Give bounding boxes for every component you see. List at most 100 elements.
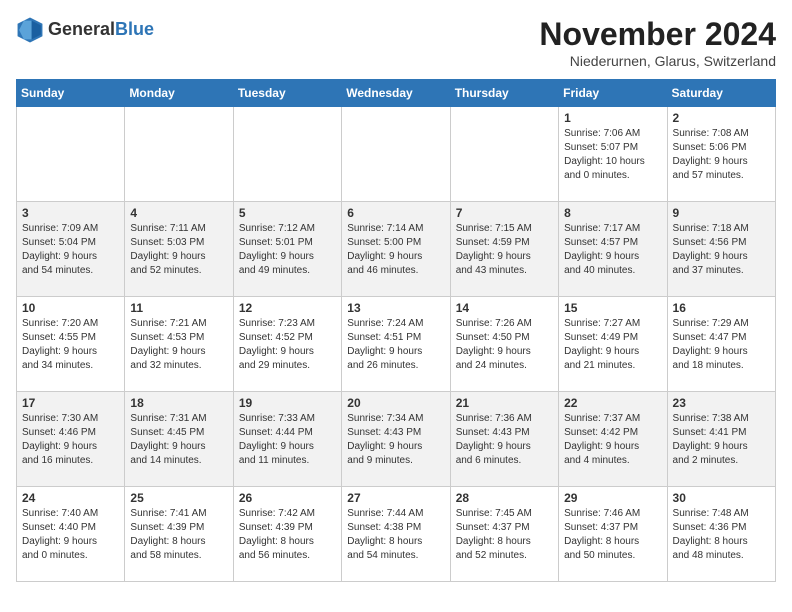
day-info: Sunrise: 7:23 AM Sunset: 4:52 PM Dayligh… [239,317,336,373]
day-info: Sunrise: 7:27 AM Sunset: 4:49 PM Dayligh… [564,317,661,373]
calendar-row: 3Sunrise: 7:09 AM Sunset: 5:04 PM Daylig… [17,202,776,297]
day-info: Sunrise: 7:20 AM Sunset: 4:55 PM Dayligh… [22,317,119,373]
day-info: Sunrise: 7:29 AM Sunset: 4:47 PM Dayligh… [673,317,770,373]
day-number: 2 [673,111,770,125]
weekday-header-cell: Sunday [17,80,125,107]
day-info: Sunrise: 7:36 AM Sunset: 4:43 PM Dayligh… [456,412,553,468]
day-number: 26 [239,491,336,505]
calendar-cell: 3Sunrise: 7:09 AM Sunset: 5:04 PM Daylig… [17,202,125,297]
day-number: 14 [456,301,553,315]
calendar-cell: 16 Sunrise: 7:29 AM Sunset: 4:47 PM Dayli… [667,297,775,392]
calendar-cell: 10 Sunrise: 7:20 AM Sunset: 4:55 PM Dayli… [17,297,125,392]
day-number: 9 [673,206,770,220]
day-number: 15 [564,301,661,315]
calendar-cell: 23 Sunrise: 7:38 AM Sunset: 4:41 PM Dayli… [667,392,775,487]
calendar-row: 10 Sunrise: 7:20 AM Sunset: 4:55 PM Dayli… [17,297,776,392]
calendar-body: 1Sunrise: 7:06 AM Sunset: 5:07 PM Daylig… [17,107,776,582]
day-number: 11 [130,301,227,315]
day-number: 1 [564,111,661,125]
day-number: 7 [456,206,553,220]
title-area: November 2024 Niederurnen, Glarus, Switz… [539,16,776,69]
day-number: 23 [673,396,770,410]
day-number: 25 [130,491,227,505]
day-info: Sunrise: 7:21 AM Sunset: 4:53 PM Dayligh… [130,317,227,373]
day-info: Sunrise: 7:44 AM Sunset: 4:38 PM Dayligh… [347,507,444,563]
day-number: 13 [347,301,444,315]
day-number: 10 [22,301,119,315]
day-number: 20 [347,396,444,410]
day-info: Sunrise: 7:46 AM Sunset: 4:37 PM Dayligh… [564,507,661,563]
calendar-cell [233,107,341,202]
day-info: Sunrise: 7:12 AM Sunset: 5:01 PM Dayligh… [239,222,336,278]
day-info: Sunrise: 7:15 AM Sunset: 4:59 PM Dayligh… [456,222,553,278]
day-number: 16 [673,301,770,315]
day-number: 19 [239,396,336,410]
day-number: 4 [130,206,227,220]
calendar-row: 1Sunrise: 7:06 AM Sunset: 5:07 PM Daylig… [17,107,776,202]
calendar-cell: 26Sunrise: 7:42 AM Sunset: 4:39 PM Dayli… [233,487,341,582]
day-number: 29 [564,491,661,505]
weekday-header-cell: Tuesday [233,80,341,107]
weekday-header-cell: Thursday [450,80,558,107]
day-info: Sunrise: 7:17 AM Sunset: 4:57 PM Dayligh… [564,222,661,278]
calendar-cell: 30Sunrise: 7:48 AM Sunset: 4:36 PM Dayli… [667,487,775,582]
day-info: Sunrise: 7:30 AM Sunset: 4:46 PM Dayligh… [22,412,119,468]
day-number: 6 [347,206,444,220]
calendar-cell: 19 Sunrise: 7:33 AM Sunset: 4:44 PM Dayli… [233,392,341,487]
day-info: Sunrise: 7:14 AM Sunset: 5:00 PM Dayligh… [347,222,444,278]
calendar-table: SundayMondayTuesdayWednesdayThursdayFrid… [16,79,776,582]
day-info: Sunrise: 7:26 AM Sunset: 4:50 PM Dayligh… [456,317,553,373]
header-area: GeneralBlue November 2024 Niederurnen, G… [16,16,776,69]
calendar-cell: 5Sunrise: 7:12 AM Sunset: 5:01 PM Daylig… [233,202,341,297]
calendar-cell: 25 Sunrise: 7:41 AM Sunset: 4:39 PM Dayli… [125,487,233,582]
day-info: Sunrise: 7:41 AM Sunset: 4:39 PM Dayligh… [130,507,227,563]
logo-icon [16,16,44,44]
day-info: Sunrise: 7:33 AM Sunset: 4:44 PM Dayligh… [239,412,336,468]
calendar-cell [17,107,125,202]
weekday-header-row: SundayMondayTuesdayWednesdayThursdayFrid… [17,80,776,107]
calendar-cell: 15 Sunrise: 7:27 AM Sunset: 4:49 PM Dayli… [559,297,667,392]
calendar-cell [450,107,558,202]
day-number: 28 [456,491,553,505]
logo-general: General [48,19,115,39]
calendar-row: 17 Sunrise: 7:30 AM Sunset: 4:46 PM Dayli… [17,392,776,487]
calendar-cell: 6 Sunrise: 7:14 AM Sunset: 5:00 PM Daylig… [342,202,450,297]
calendar-cell: 13 Sunrise: 7:24 AM Sunset: 4:51 PM Dayli… [342,297,450,392]
calendar-cell [342,107,450,202]
calendar-cell: 28Sunrise: 7:45 AM Sunset: 4:37 PM Dayli… [450,487,558,582]
day-number: 27 [347,491,444,505]
day-info: Sunrise: 7:11 AM Sunset: 5:03 PM Dayligh… [130,222,227,278]
calendar-cell: 9Sunrise: 7:18 AM Sunset: 4:56 PM Daylig… [667,202,775,297]
calendar-cell: 21Sunrise: 7:36 AM Sunset: 4:43 PM Dayli… [450,392,558,487]
calendar-cell: 8 Sunrise: 7:17 AM Sunset: 4:57 PM Daylig… [559,202,667,297]
calendar-cell: 17 Sunrise: 7:30 AM Sunset: 4:46 PM Dayli… [17,392,125,487]
calendar-cell: 7 Sunrise: 7:15 AM Sunset: 4:59 PM Daylig… [450,202,558,297]
day-number: 3 [22,206,119,220]
calendar-cell: 11 Sunrise: 7:21 AM Sunset: 4:53 PM Dayli… [125,297,233,392]
day-info: Sunrise: 7:08 AM Sunset: 5:06 PM Dayligh… [673,127,770,183]
day-number: 17 [22,396,119,410]
calendar-cell: 2 Sunrise: 7:08 AM Sunset: 5:06 PM Daylig… [667,107,775,202]
calendar-cell [125,107,233,202]
calendar-cell: 29 Sunrise: 7:46 AM Sunset: 4:37 PM Dayli… [559,487,667,582]
day-info: Sunrise: 7:48 AM Sunset: 4:36 PM Dayligh… [673,507,770,563]
day-info: Sunrise: 7:24 AM Sunset: 4:51 PM Dayligh… [347,317,444,373]
day-number: 24 [22,491,119,505]
day-info: Sunrise: 7:38 AM Sunset: 4:41 PM Dayligh… [673,412,770,468]
logo: GeneralBlue [16,16,154,44]
logo-blue: Blue [115,19,154,39]
weekday-header-cell: Friday [559,80,667,107]
calendar-cell: 4 Sunrise: 7:11 AM Sunset: 5:03 PM Daylig… [125,202,233,297]
day-info: Sunrise: 7:37 AM Sunset: 4:42 PM Dayligh… [564,412,661,468]
calendar-cell: 20Sunrise: 7:34 AM Sunset: 4:43 PM Dayli… [342,392,450,487]
calendar-cell: 22Sunrise: 7:37 AM Sunset: 4:42 PM Dayli… [559,392,667,487]
month-title: November 2024 [539,16,776,53]
calendar-cell: 14 Sunrise: 7:26 AM Sunset: 4:50 PM Dayli… [450,297,558,392]
day-info: Sunrise: 7:40 AM Sunset: 4:40 PM Dayligh… [22,507,119,563]
day-number: 8 [564,206,661,220]
day-info: Sunrise: 7:31 AM Sunset: 4:45 PM Dayligh… [130,412,227,468]
calendar-cell: 1Sunrise: 7:06 AM Sunset: 5:07 PM Daylig… [559,107,667,202]
weekday-header-cell: Monday [125,80,233,107]
weekday-header-cell: Saturday [667,80,775,107]
day-number: 12 [239,301,336,315]
